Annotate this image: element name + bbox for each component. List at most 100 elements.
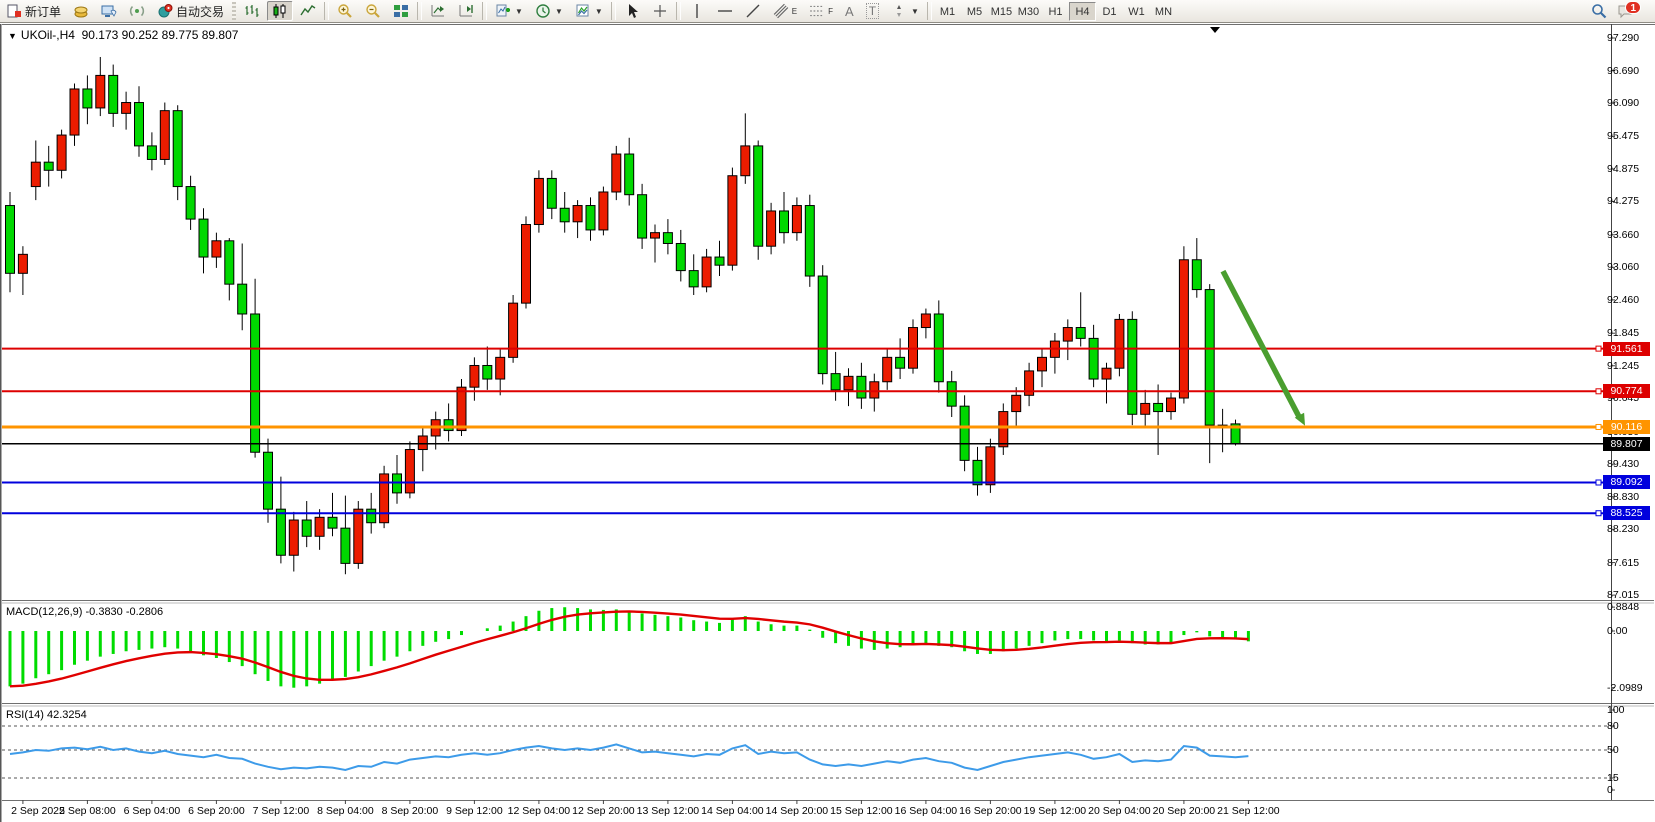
- candle-body: [689, 271, 698, 287]
- candle-body: [109, 75, 118, 113]
- time-axis-label: 6 Sep 20:00: [188, 805, 245, 817]
- candle-body: [1167, 398, 1176, 412]
- auto-trading-button[interactable]: 自动交易: [152, 1, 229, 21]
- time-axis-label: 8 Sep 04:00: [317, 805, 374, 817]
- candle-body: [251, 314, 260, 452]
- chart-background: [2, 24, 1654, 800]
- timeframe-button-M1[interactable]: M1: [934, 2, 961, 21]
- timeframe-button-M15[interactable]: M15: [988, 2, 1015, 21]
- bar-chart-mode-button[interactable]: [239, 1, 265, 21]
- toolbar-separator: [676, 2, 681, 20]
- macd-name: MACD(12,26,9): [6, 606, 82, 618]
- candle-body: [999, 412, 1008, 447]
- rsi-axis-tick: 50: [1607, 744, 1653, 756]
- rsi-value: 42.3254: [47, 709, 87, 721]
- candle-body: [302, 520, 311, 536]
- tile-windows-button[interactable]: [388, 1, 414, 21]
- time-axis-label: 5 Sep 08:00: [59, 805, 116, 817]
- fibonacci-icon: [809, 3, 825, 19]
- trendline-tool-button[interactable]: [740, 1, 766, 21]
- template-button[interactable]: ▼: [570, 1, 608, 21]
- symbol-title[interactable]: ▼UKOil-,H4 90.173 90.252 89.775 89.807: [8, 28, 238, 42]
- new-order-button[interactable]: 新订单: [1, 1, 66, 21]
- candle-body: [818, 276, 827, 374]
- candle-body: [792, 206, 801, 233]
- auto-trading-label: 自动交易: [176, 3, 224, 20]
- candle-body: [1154, 403, 1163, 411]
- time-axis-label: 9 Sep 12:00: [446, 805, 503, 817]
- timeframe-button-H4[interactable]: H4: [1069, 2, 1096, 21]
- shift-end-button[interactable]: [425, 1, 451, 21]
- line-handle[interactable]: [1596, 511, 1601, 516]
- text-tool-button[interactable]: A: [840, 1, 859, 21]
- arrows-tool-button[interactable]: ▼: [886, 1, 924, 21]
- candlestick-mode-button[interactable]: [267, 1, 293, 21]
- candle-body: [857, 376, 866, 398]
- candle-body: [1128, 319, 1137, 414]
- rsi-axis-tick: 100: [1607, 704, 1653, 716]
- chart-window[interactable]: ▼UKOil-,H4 90.173 90.252 89.775 89.807 M…: [0, 24, 1655, 822]
- chart-canvas[interactable]: [2, 24, 1655, 822]
- horizontal-line-tool-button[interactable]: [712, 1, 738, 21]
- zoom-out-button[interactable]: [360, 1, 386, 21]
- timeframe-button-H1[interactable]: H1: [1042, 2, 1069, 21]
- candle-body: [315, 517, 324, 536]
- candle-body: [522, 225, 531, 304]
- add-indicator-button[interactable]: ▼: [490, 1, 528, 21]
- candle-body: [973, 460, 982, 484]
- macd-indicator-label: MACD(12,26,9) -0.3830 -0.2806: [6, 606, 163, 618]
- vertical-line-tool-button[interactable]: [684, 1, 710, 21]
- crosshair-tool-button[interactable]: [647, 1, 673, 21]
- symbol-name: UKOil-,H4: [21, 28, 75, 42]
- candle-body: [560, 208, 569, 222]
- candle-body: [599, 192, 608, 230]
- timeframe-button-W1[interactable]: W1: [1123, 2, 1150, 21]
- notification-badge[interactable]: 1: [1625, 1, 1641, 14]
- timeframe-button-M30[interactable]: M30: [1015, 2, 1042, 21]
- time-axis-label: 16 Sep 04:00: [895, 805, 957, 817]
- candle-body: [870, 382, 879, 398]
- macd-axis-tick: 0.8848: [1607, 601, 1653, 613]
- new-order-label: 新订单: [25, 3, 61, 20]
- line-chart-mode-button[interactable]: [295, 1, 321, 21]
- time-axis-label: 12 Sep 20:00: [572, 805, 634, 817]
- horizontal-line-icon: [717, 3, 733, 19]
- timeframe-button-M5[interactable]: M5: [961, 2, 988, 21]
- line-handle[interactable]: [1596, 346, 1601, 351]
- terminal-button[interactable]: [96, 1, 122, 21]
- candle-body: [380, 474, 389, 523]
- chevron-down-icon[interactable]: ▼: [8, 31, 17, 41]
- signal-button[interactable]: [124, 1, 150, 21]
- candle-body: [805, 206, 814, 276]
- candle-body: [1179, 260, 1188, 398]
- candle-body: [1076, 328, 1085, 339]
- market-watch-button[interactable]: [68, 1, 94, 21]
- autoscroll-button[interactable]: [453, 1, 479, 21]
- price-axis-tick: 91.245: [1607, 360, 1653, 372]
- zoom-in-button[interactable]: [332, 1, 358, 21]
- timeframe-button-D1[interactable]: D1: [1096, 2, 1123, 21]
- chevron-down-icon: ▼: [911, 7, 919, 16]
- fibonacci-tool-button[interactable]: F: [804, 1, 838, 21]
- candle-body: [135, 103, 144, 146]
- period-button[interactable]: ▼: [530, 1, 568, 21]
- toolbar-separator: [611, 2, 616, 20]
- line-handle[interactable]: [1596, 480, 1601, 485]
- candle-body: [470, 365, 479, 387]
- line-handle[interactable]: [1596, 424, 1601, 429]
- timeframe-button-MN[interactable]: MN: [1150, 2, 1177, 21]
- time-axis-label: 15 Sep 12:00: [830, 805, 892, 817]
- toolbar-separator: [232, 2, 236, 20]
- cursor-tool-button[interactable]: [619, 1, 645, 21]
- channel-tool-button[interactable]: E: [768, 1, 802, 21]
- candle-body: [612, 154, 621, 192]
- candle-body: [354, 509, 363, 563]
- candle-body: [199, 219, 208, 257]
- text-label-tool-button[interactable]: T: [861, 1, 884, 21]
- autoscroll-icon: [458, 3, 474, 19]
- line-handle[interactable]: [1596, 389, 1601, 394]
- candle-body: [6, 206, 15, 274]
- time-axis-label: 20 Sep 04:00: [1088, 805, 1150, 817]
- channel-icon: [773, 3, 789, 19]
- search-icon[interactable]: [1591, 3, 1607, 19]
